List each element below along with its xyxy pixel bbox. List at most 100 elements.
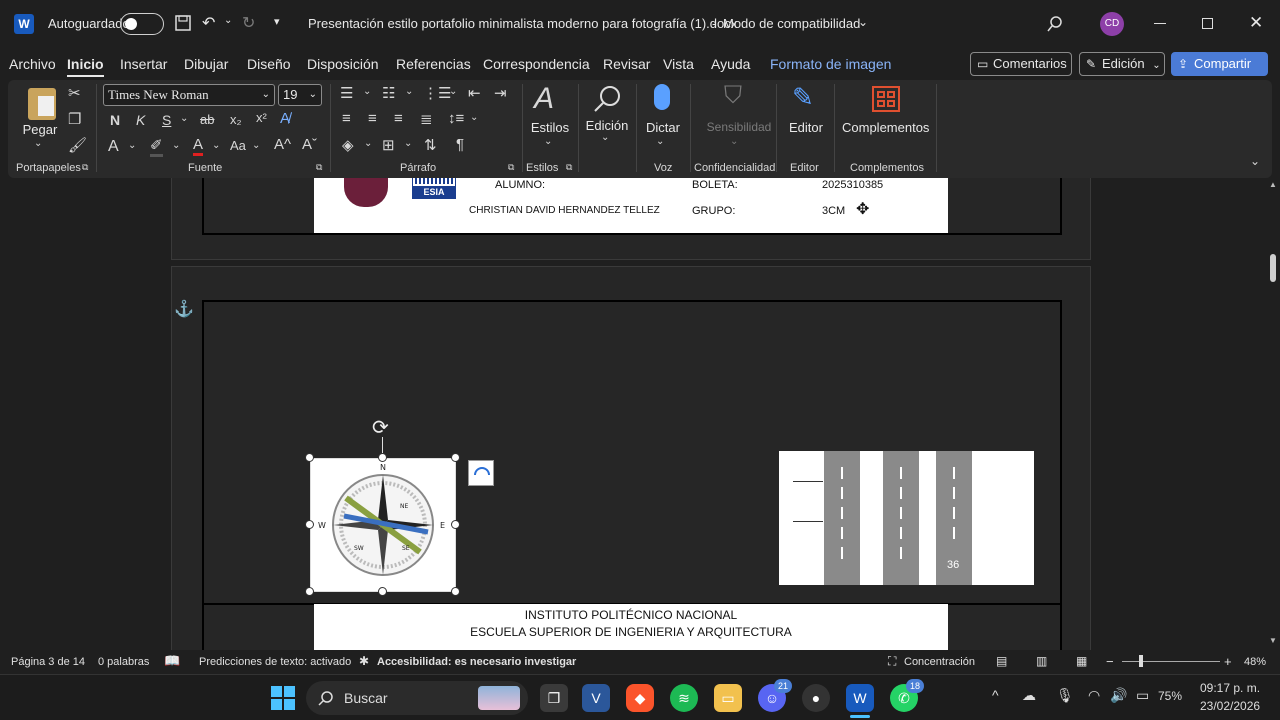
show-marks-icon[interactable]: ¶ — [456, 136, 464, 153]
scroll-up-icon[interactable]: ▲ — [1269, 180, 1277, 189]
task-view-icon[interactable]: ❐ — [540, 684, 568, 712]
bullets-icon[interactable]: ☰ — [340, 84, 353, 102]
chevron-down-icon[interactable]: ⌄ — [364, 138, 372, 149]
chevron-down-icon[interactable]: ⌄ — [180, 113, 188, 124]
tab-disposicion[interactable]: Disposición — [307, 56, 379, 72]
clock-time[interactable]: 09:17 p. m. — [1200, 681, 1260, 695]
word-count[interactable]: 0 palabras — [98, 656, 149, 668]
read-mode-icon[interactable]: ▤ — [996, 654, 1007, 668]
chevron-down-icon[interactable]: ⌄ — [252, 140, 260, 151]
bold-icon[interactable]: N — [110, 112, 120, 128]
highlight-icon[interactable]: ✐ — [150, 136, 163, 157]
undo-dropdown-icon[interactable]: ⌄ — [224, 15, 232, 26]
avatar[interactable]: CD — [1100, 12, 1124, 36]
layout-options-icon[interactable] — [468, 460, 494, 486]
road-image[interactable]: 36 — [779, 451, 1034, 585]
styles-icon[interactable]: A — [534, 82, 554, 116]
accessibility-icon[interactable]: ✱ — [359, 654, 369, 668]
chevron-down-icon[interactable]: ⌄ — [128, 140, 136, 151]
tab-revisar[interactable]: Revisar — [603, 56, 650, 72]
sort-icon[interactable]: ⇅ — [424, 136, 437, 154]
tab-insertar[interactable]: Insertar — [120, 56, 167, 72]
chevron-down-icon[interactable]: ⌄ — [363, 86, 371, 97]
page-indicator[interactable]: Página 3 de 14 — [11, 656, 85, 668]
font-size-input[interactable]: 19 ⌄ — [278, 84, 322, 106]
accessibility-status[interactable]: Accesibilidad: es necesario investigar — [377, 656, 576, 668]
cut-icon[interactable]: ✂ — [68, 84, 81, 102]
spotify-icon[interactable]: ≋ — [670, 684, 698, 712]
superscript-icon[interactable]: x² — [256, 110, 267, 125]
taskbar-search[interactable]: Buscar — [306, 681, 528, 715]
line-spacing-icon[interactable]: ↕≡ — [448, 110, 464, 127]
chevron-down-icon[interactable]: ⌄ — [404, 138, 412, 149]
change-case-icon[interactable]: Aa — [230, 138, 246, 153]
resize-handle[interactable] — [378, 453, 387, 462]
tab-dibujar[interactable]: Dibujar — [184, 56, 228, 72]
chevron-down-icon[interactable]: ⌄ — [544, 136, 552, 147]
align-right-icon[interactable]: ≡ — [394, 110, 403, 127]
tab-correspondencia[interactable]: Correspondencia — [483, 56, 590, 72]
italic-icon[interactable]: K — [136, 112, 145, 128]
search-icon[interactable] — [1046, 15, 1064, 33]
chevron-down-icon[interactable]: ⌄ — [212, 140, 220, 151]
chevron-down-icon[interactable]: ⌄ — [656, 136, 664, 147]
chevron-down-icon[interactable]: ⌄ — [34, 138, 42, 149]
brave-icon[interactable]: ◆ — [626, 684, 654, 712]
shading-icon[interactable]: ◈ — [342, 136, 354, 154]
clock-date[interactable]: 23/02/2026 — [1200, 699, 1260, 713]
editing-mode-button[interactable]: ✎ Edición ⌄ — [1079, 52, 1165, 76]
dialog-launcher-icon[interactable]: ⧉ — [566, 162, 572, 173]
scrollbar-thumb[interactable] — [1270, 254, 1276, 282]
resize-handle[interactable] — [451, 587, 460, 596]
resize-handle[interactable] — [451, 453, 460, 462]
copy-icon[interactable]: ❐ — [68, 110, 81, 128]
wifi-icon[interactable]: ◠ — [1088, 687, 1100, 704]
numbering-icon[interactable]: ☷ — [382, 84, 395, 102]
zoom-in-icon[interactable]: + — [1224, 654, 1232, 669]
show-hidden-icons[interactable]: ^ — [992, 687, 999, 703]
increase-indent-icon[interactable]: ⇥ — [494, 84, 507, 102]
paste-button[interactable]: Pegar — [22, 122, 58, 137]
grow-font-icon[interactable]: A^ — [274, 136, 291, 153]
multilevel-list-icon[interactable]: ⋮☰ — [423, 84, 451, 102]
save-icon[interactable] — [174, 14, 192, 32]
zoom-out-icon[interactable]: − — [1106, 654, 1114, 669]
battery-icon[interactable]: ▭ — [1136, 687, 1149, 704]
resize-handle[interactable] — [378, 587, 387, 596]
document-canvas[interactable]: ESIA ALUMNO: CHRISTIAN DAVID HERNANDEZ T… — [0, 178, 1266, 650]
underline-icon[interactable]: S — [162, 112, 171, 128]
windows-start-icon[interactable] — [271, 686, 295, 710]
chevron-down-icon[interactable]: ⌄ — [601, 132, 609, 143]
chevron-down-icon[interactable]: ⌄ — [470, 112, 478, 123]
align-left-icon[interactable]: ≡ — [342, 110, 351, 127]
whatsapp-icon[interactable]: ✆ 18 — [890, 679, 924, 712]
obs-icon[interactable]: ● — [802, 684, 830, 712]
editor-icon[interactable]: ✎ — [792, 82, 814, 113]
chevron-down-icon[interactable]: ⌄ — [405, 86, 413, 97]
dialog-launcher-icon[interactable]: ⧉ — [508, 162, 514, 173]
tab-archivo[interactable]: Archivo — [9, 56, 56, 72]
collapse-ribbon-icon[interactable]: ⌄ — [1250, 154, 1260, 168]
dictate-button[interactable]: Dictar — [642, 120, 684, 135]
volume-icon[interactable]: 🔊 — [1110, 687, 1127, 704]
redo-icon[interactable]: ↻ — [242, 13, 255, 33]
close-icon[interactable]: ✕ — [1249, 13, 1263, 33]
tab-referencias[interactable]: Referencias — [396, 56, 471, 72]
comments-button[interactable]: ▭ Comentarios — [970, 52, 1072, 76]
rotate-handle-icon[interactable]: ⟳ — [372, 415, 389, 440]
resize-handle[interactable] — [305, 587, 314, 596]
compat-mode-label[interactable]: Modo de compatibilidad — [723, 16, 860, 31]
font-color-icon[interactable]: A — [193, 136, 204, 156]
chevron-down-icon[interactable]: ⌄ — [858, 15, 868, 29]
tab-ayuda[interactable]: Ayuda — [711, 56, 750, 72]
minimize-icon[interactable] — [1154, 23, 1166, 24]
chevron-down-icon[interactable]: ⌄ — [449, 86, 457, 97]
clear-formatting-icon[interactable]: A̸ — [280, 110, 290, 127]
restore-icon[interactable] — [1202, 18, 1213, 29]
styles-button[interactable]: Estilos — [530, 120, 570, 135]
font-name-input[interactable]: Times New Roman ⌄ — [103, 84, 275, 106]
visual-studio-icon[interactable]: V — [582, 684, 610, 712]
zoom-level[interactable]: 48% — [1244, 656, 1266, 668]
paste-icon[interactable] — [28, 88, 56, 120]
word-taskbar-icon[interactable]: W — [846, 684, 874, 712]
